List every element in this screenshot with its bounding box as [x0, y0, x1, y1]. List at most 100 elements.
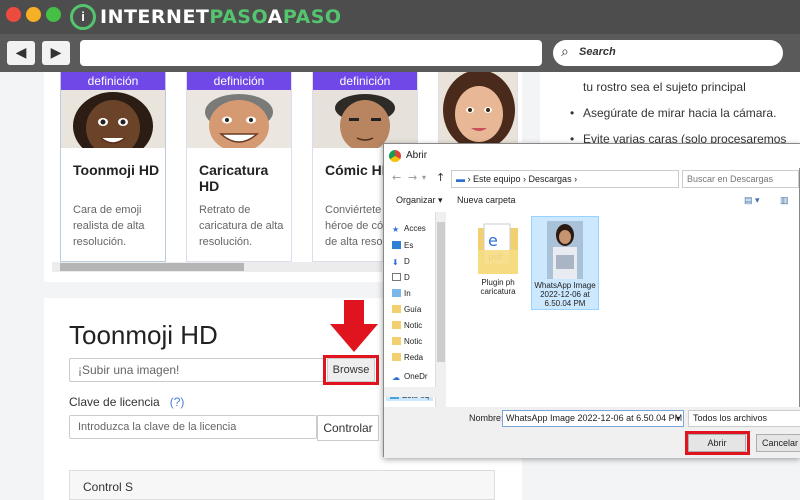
- card-caricatura[interactable]: definición Caricatura HD Retrato de cari…: [186, 72, 292, 262]
- nav-item-label: Notic: [404, 337, 423, 346]
- nav-item-downloads[interactable]: ⬇ D: [392, 257, 410, 267]
- nav-pane-scrollbar[interactable]: [436, 212, 446, 407]
- file-item-folder[interactable]: e pdf Plugin ph caricatura: [464, 216, 532, 310]
- dialog-navigation-pane: ★ Acces Es ⬇ D D In Guía Notic Notic Reda …: [384, 212, 436, 407]
- minimize-window-button[interactable]: [26, 7, 41, 22]
- file-name: Plugin ph caricatura: [480, 278, 516, 296]
- forward-button[interactable]: ▶: [42, 41, 70, 65]
- nav-item-label: Guía: [404, 305, 422, 314]
- card-title: Toonmoji HD: [73, 162, 160, 178]
- logo-part-4: PASO: [282, 6, 342, 28]
- nav-item-label: D: [404, 273, 410, 282]
- dialog-forward-icon[interactable]: →: [408, 171, 417, 184]
- file-name: WhatsApp Image 2022-12-06 at 6.50.04 PM: [534, 281, 596, 308]
- nav-item-label: Notic: [404, 321, 423, 330]
- nav-item-documents[interactable]: D: [392, 273, 410, 282]
- card-badge: definición: [61, 72, 165, 90]
- search-placeholder: Search: [579, 46, 616, 58]
- nav-pane-scroll-thumb[interactable]: [437, 222, 445, 362]
- open-file-dialog: Abrir ← → ▾ ↑ ▬ › Este equipo › Descarga…: [383, 143, 800, 458]
- filename-value: WhatsApp Image 2022-12-06 at 6.50.04 PM: [506, 413, 683, 423]
- control-s-section: Control S: [69, 470, 495, 500]
- browser-toolbar: ◀ ▶ ⌕ Search: [0, 34, 800, 72]
- dialog-title-bar: Abrir: [384, 144, 800, 168]
- address-bar[interactable]: [80, 40, 542, 66]
- document-icon: [392, 273, 401, 281]
- nav-item-folder[interactable]: Notic: [392, 321, 422, 330]
- filetype-select[interactable]: Todos los archivos: [688, 410, 800, 427]
- control-label: Controlar: [323, 421, 373, 435]
- nav-item-label: In: [404, 289, 411, 298]
- path-folder[interactable]: Descargas: [529, 174, 572, 184]
- license-placeholder: Introduzca la clave de la licencia: [78, 421, 237, 433]
- red-down-arrow-icon: [330, 300, 378, 352]
- nav-item-quick-access[interactable]: ★ Acces: [392, 224, 426, 234]
- chevron-down-icon[interactable]: ▾: [676, 411, 680, 426]
- filename-label: Nombre:: [469, 413, 504, 423]
- browser-search-box[interactable]: ⌕ Search: [553, 40, 783, 66]
- folder-icon: [392, 321, 401, 329]
- license-help-link[interactable]: (?): [170, 395, 185, 409]
- maximize-window-button[interactable]: [46, 7, 61, 22]
- browser-title-bar: i INTERNETPASOAPASO: [0, 0, 800, 34]
- card-toonmoji[interactable]: definición Toonmoji HD Cara de emoji rea…: [60, 72, 166, 262]
- logo-part-2: PASO: [209, 6, 268, 28]
- logo-part-1: INTERNET: [100, 6, 210, 28]
- dialog-recent-icon[interactable]: ▾: [422, 173, 426, 182]
- nav-item-onedrive[interactable]: ☁ OneDr: [392, 372, 428, 382]
- logo-part-3: A: [267, 6, 283, 28]
- new-folder-button[interactable]: Nueva carpeta: [457, 195, 516, 205]
- nav-item-folder[interactable]: Notic: [392, 337, 422, 346]
- nav-item-images[interactable]: In: [392, 289, 411, 298]
- organize-button[interactable]: Organizar ▾: [396, 195, 443, 206]
- upload-placeholder: ¡Subir una imagen!: [78, 363, 180, 377]
- back-button[interactable]: ◀: [7, 41, 35, 65]
- nav-item-folder[interactable]: Guía: [392, 305, 421, 314]
- download-icon: ⬇: [392, 258, 399, 267]
- cards-horizontal-scrollbar[interactable]: [52, 262, 382, 272]
- path-root[interactable]: Este equipo: [473, 174, 521, 184]
- card-badge: definición: [313, 72, 417, 90]
- cancel-label: Cancelar: [761, 438, 799, 448]
- dialog-back-icon[interactable]: ←: [392, 171, 401, 184]
- dialog-path-bar[interactable]: ▬ › Este equipo › Descargas ›: [451, 170, 679, 188]
- cloud-icon: ☁: [392, 373, 400, 382]
- nav-item-label: Es: [404, 241, 414, 250]
- dialog-search-placeholder: Buscar en Descargas: [687, 174, 774, 184]
- nav-pane-horizontal-scrollbar[interactable]: [384, 387, 436, 397]
- nav-item-label: Acces: [404, 224, 426, 233]
- preview-pane-icon[interactable]: ▥: [780, 195, 789, 206]
- nav-item-folder[interactable]: Reda: [392, 353, 423, 362]
- folder-icon: [392, 305, 401, 313]
- view-options-icon[interactable]: ▤ ▾: [744, 195, 760, 206]
- dialog-search-field[interactable]: Buscar en Descargas: [682, 170, 799, 188]
- license-label-text: Clave de licencia: [69, 395, 160, 409]
- desktop-icon: [392, 241, 401, 249]
- control-button[interactable]: Controlar: [317, 415, 379, 441]
- nav-item-label: D: [404, 257, 410, 266]
- dialog-address-row: ← → ▾ ↑ ▬ › Este equipo › Descargas › Bu…: [384, 168, 800, 190]
- folder-icon: e pdf: [478, 223, 518, 274]
- search-icon: ⌕: [561, 44, 569, 60]
- file-item-whatsapp-image[interactable]: WhatsApp Image 2022-12-06 at 6.50.04 PM: [531, 216, 599, 310]
- filename-input[interactable]: WhatsApp Image 2022-12-06 at 6.50.04 PM ▾: [502, 410, 684, 427]
- nav-item-label: OneDr: [404, 372, 428, 381]
- cancel-button[interactable]: Cancelar: [756, 434, 800, 452]
- dialog-bottom-bar: Nombre: WhatsApp Image 2022-12-06 at 6.5…: [384, 407, 800, 458]
- card-title: Caricatura HD: [199, 162, 269, 194]
- image-icon: [392, 289, 401, 297]
- image-thumbnail-icon: [547, 221, 583, 279]
- close-window-button[interactable]: [6, 7, 21, 22]
- folder-icon: [392, 337, 401, 345]
- forward-arrow-icon: ▶: [50, 45, 62, 61]
- chrome-icon: [389, 150, 401, 162]
- nav-item-label: Reda: [404, 353, 424, 362]
- dialog-command-bar: Organizar ▾ Nueva carpeta ▤ ▾ ▥: [384, 190, 800, 210]
- upload-image-field[interactable]: ¡Subir una imagen!: [69, 358, 325, 382]
- license-key-field[interactable]: Introduzca la clave de la licencia: [69, 415, 317, 439]
- dialog-up-icon[interactable]: ↑: [436, 171, 445, 184]
- screenshot-frame: i INTERNETPASOAPASO ◀ ▶ ⌕ Search definic…: [0, 0, 800, 500]
- tip-text: Asegúrate de mirar hacia la cámara.: [570, 106, 776, 120]
- nav-item-desktop[interactable]: Es: [392, 241, 413, 250]
- cards-scroll-thumb[interactable]: [60, 263, 244, 271]
